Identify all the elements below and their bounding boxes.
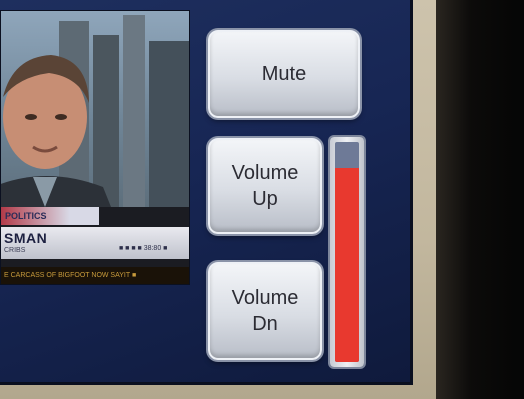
video-building (149, 41, 189, 211)
volume-up-button[interactable]: Volume Up (208, 138, 322, 234)
volume-meter-track (335, 142, 359, 362)
topic-tag: POLITICS (1, 207, 99, 225)
volume-meter (330, 137, 364, 367)
news-ticker: E CARCASS OF BIGFOOT NOW SAYIT ■ (1, 267, 189, 284)
mute-button[interactable]: Mute (208, 30, 360, 118)
clock-readout: ■ ■ ■ ■ 38:80 ■ (119, 245, 168, 252)
video-feed: POLITICS SMAN CRIBS ■ ■ ■ ■ 38:80 ■ E CA… (0, 10, 190, 285)
volume-down-button[interactable]: Volume Dn (208, 262, 322, 360)
speaker-subtitle: CRIBS (4, 247, 26, 254)
speaker-name: SMAN (4, 230, 48, 246)
volume-meter-fill (335, 168, 359, 362)
volume-up-label: Volume Up (231, 162, 299, 210)
mute-button-label: Mute (261, 63, 307, 85)
volume-down-label: Volume Dn (231, 287, 299, 335)
touch-panel-screen: POLITICS SMAN CRIBS ■ ■ ■ ■ 38:80 ■ E CA… (0, 0, 413, 385)
background-edge (436, 0, 524, 399)
